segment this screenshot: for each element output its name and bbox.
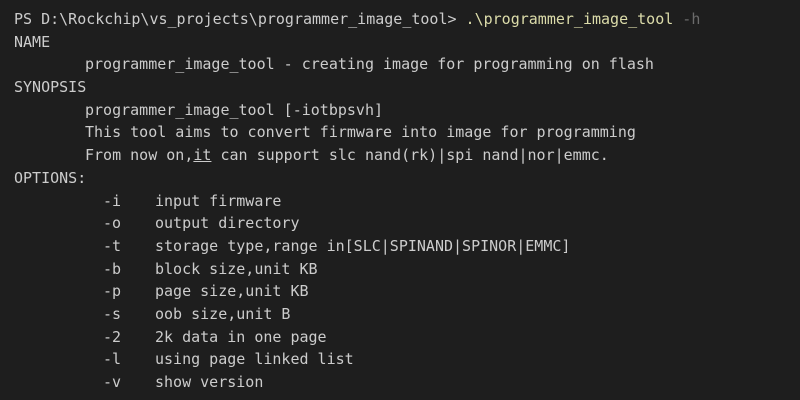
option-description: block size,unit KB [155, 259, 318, 278]
command-text: .\programmer_image_tool [465, 10, 674, 28]
options-list: -i input firmware -o output directory -t stor… [14, 190, 800, 394]
option-flag: -2 [103, 327, 122, 346]
command-argument: -h [673, 10, 701, 28]
option-description: 2k data in one page [155, 327, 327, 346]
prompt-line: PS D:\Rockchip\vs_projects\programmer_im… [14, 8, 800, 31]
option-row: -2 2k data in one page [14, 326, 800, 349]
synopsis-usage: programmer_image_tool [-iotbpsvh] [85, 100, 384, 119]
option-description: using page linked list [155, 350, 354, 369]
option-flag: -o [103, 214, 122, 233]
option-description: page size,unit KB [155, 282, 309, 301]
option-flag: -p [103, 282, 122, 301]
name-heading: NAME [14, 32, 51, 51]
prompt-path: PS D:\Rockchip\vs_projects\programmer_im… [14, 10, 466, 28]
option-description: storage type,range in[SLC|SPINAND|SPINOR… [155, 236, 571, 255]
option-flag: -v [103, 373, 122, 391]
synopsis-heading: SYNOPSIS [14, 78, 87, 97]
option-description: oob size,unit B [155, 304, 291, 323]
option-row: -l using page linked list [14, 348, 800, 371]
option-description: output directory [155, 214, 300, 233]
name-description: programmer_image_tool - creating image f… [85, 55, 654, 74]
option-flag: -s [103, 304, 122, 323]
option-flag: -t [103, 236, 122, 255]
option-flag: -i [103, 191, 122, 210]
option-description: input firmware [155, 191, 282, 210]
option-row: -s oob size,unit B [14, 303, 800, 326]
option-row: -o output directory [14, 212, 800, 235]
synopsis-line-2-suffix: can support slc nand(rk)|spi nand|nor|em… [211, 146, 609, 165]
terminal-output[interactable]: PS D:\Rockchip\vs_projects\programmer_im… [0, 0, 800, 400]
option-row: -t storage type,range in[SLC|SPINAND|SPIN… [14, 235, 800, 258]
synopsis-line-2-prefix: From now on, [85, 146, 194, 165]
synopsis-line-2-underlined: it [193, 146, 212, 165]
option-row: -i input firmware [14, 190, 800, 213]
synopsis-line-1: This tool aims to convert firmware into … [85, 123, 636, 142]
options-heading: OPTIONS: [14, 168, 87, 187]
option-row: -b block size,unit KB [14, 258, 800, 281]
synopsis-line-2: From now on,it can support slc nand(rk)|… [14, 144, 800, 167]
option-description: show version [155, 373, 264, 391]
option-flag: -l [103, 350, 122, 369]
option-row: -p page size,unit KB [14, 280, 800, 303]
option-row: -v show version [14, 371, 800, 394]
option-flag: -b [103, 259, 122, 278]
